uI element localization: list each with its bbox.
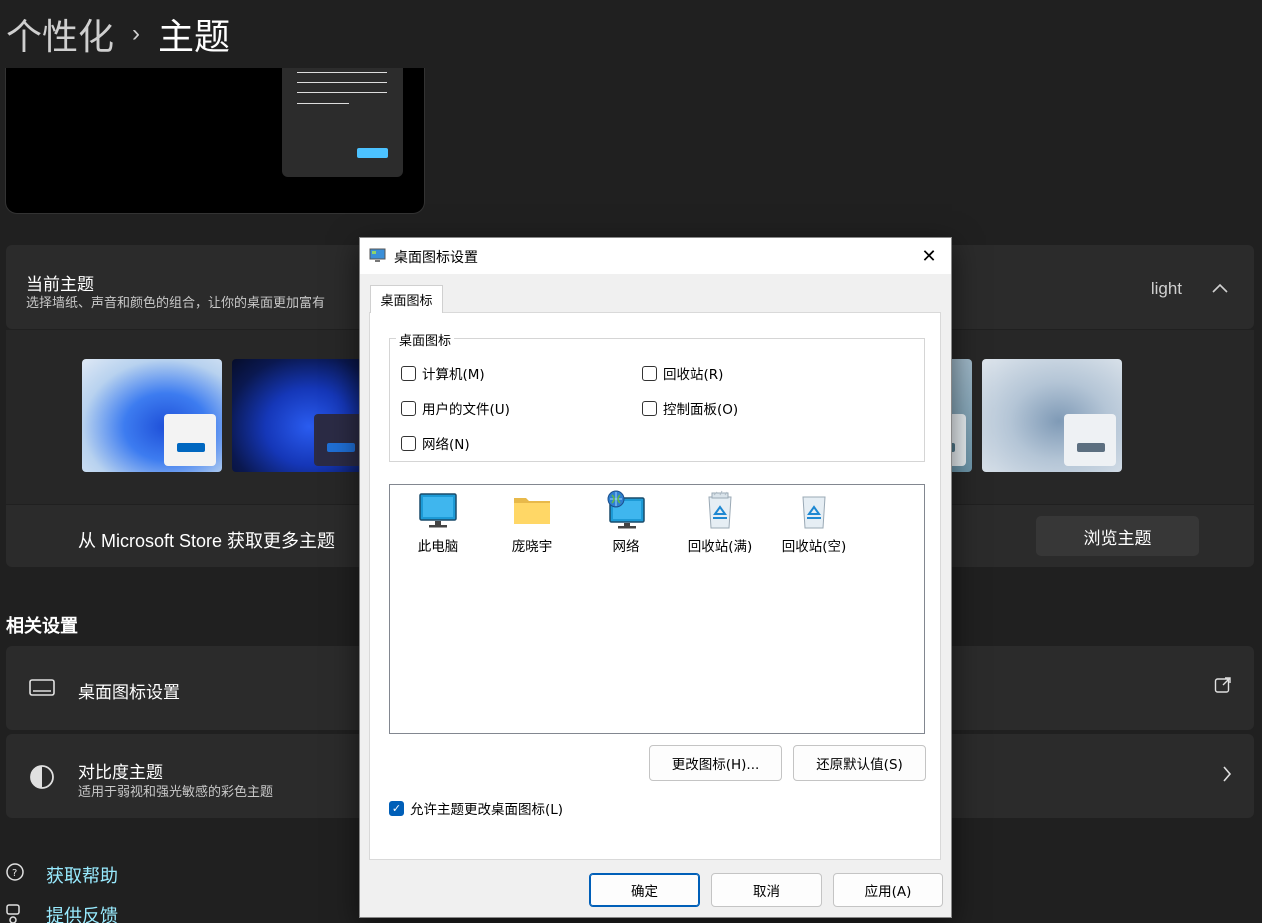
ok-button[interactable]: 确定 (589, 873, 700, 907)
open-external-icon (1214, 676, 1232, 699)
get-help-link[interactable]: 获取帮助 (46, 862, 118, 888)
list-item-user-folder[interactable]: 庞晓宇 (487, 490, 577, 555)
tab-desktop-icons[interactable]: 桌面图标 (370, 285, 443, 313)
network-icon (606, 490, 646, 530)
desktop-icon-list[interactable]: 此电脑 庞晓宇 网络 回收站(满) 回收站(空) (389, 484, 925, 734)
checkbox-label: 回收站(R) (663, 367, 724, 383)
recycle-bin-empty-icon (794, 490, 834, 530)
breadcrumb-separator: › (132, 20, 141, 47)
desktop-icons-group: 桌面图标 计算机(M) 回收站(R) 用户的文件(U) 控制面板(O) 网络(N… (389, 330, 925, 462)
current-theme-subtitle: 选择墙纸、声音和颜色的组合，让你的桌面更加富有 (26, 295, 326, 310)
chevron-right-icon (1222, 766, 1232, 787)
icon-label: 回收站(满) (687, 539, 753, 555)
folder-icon (512, 490, 552, 530)
icon-label: 此电脑 (417, 539, 459, 555)
desktop-settings-icon (369, 247, 386, 264)
theme-tile-glow[interactable] (982, 359, 1122, 472)
dialog-titlebar[interactable]: 桌面图标设置 ✕ (360, 238, 951, 274)
checkbox-computer[interactable]: 计算机(M) (401, 363, 485, 383)
page-title: 个性化 › 主题 (6, 8, 230, 60)
recycle-bin-full-icon (700, 490, 740, 530)
apply-button[interactable]: 应用(A) (833, 873, 943, 907)
checkbox-box[interactable] (401, 435, 416, 451)
breadcrumb-current: 主题 (158, 16, 231, 57)
contrast-themes-subtitle: 适用于弱视和强光敏感的彩色主题 (78, 784, 274, 799)
give-feedback-link[interactable]: 提供反馈 (46, 902, 118, 923)
group-legend: 桌面图标 (396, 330, 455, 349)
svg-text:?: ? (12, 868, 17, 879)
checkbox-label: 控制面板(O) (663, 402, 739, 418)
change-icon-button[interactable]: 更改图标(H)... (649, 745, 782, 781)
list-item-recycle-bin-full[interactable]: 回收站(满) (675, 490, 765, 555)
list-item-network[interactable]: 网络 (581, 490, 671, 555)
related-settings-title: 相关设置 (6, 616, 78, 636)
contrast-themes-label: 对比度主题 (78, 763, 163, 782)
list-item-this-pc[interactable]: 此电脑 (393, 490, 483, 555)
icon-label: 网络 (612, 539, 640, 555)
checkmark-icon[interactable]: ✓ (389, 800, 404, 816)
feedback-icon (5, 903, 27, 923)
desktop-monitor-icon (28, 674, 56, 702)
icon-label: 回收站(空) (781, 539, 847, 555)
chevron-up-icon[interactable] (1212, 277, 1228, 298)
current-theme-value: light (1150, 279, 1182, 298)
list-item-recycle-bin-empty[interactable]: 回收站(空) (769, 490, 859, 555)
browse-themes-button[interactable]: 浏览主题 (1036, 516, 1199, 556)
close-icon[interactable]: ✕ (919, 246, 939, 267)
desktop-icon-settings-dialog: 桌面图标设置 ✕ 桌面图标 桌面图标 计算机(M) 回收站(R) 用户的文件(U… (359, 237, 952, 918)
checkbox-label: 用户的文件(U) (422, 402, 510, 418)
checkbox-user-files[interactable]: 用户的文件(U) (401, 398, 510, 418)
checkbox-network[interactable]: 网络(N) (401, 433, 470, 453)
theme-preview-window (282, 68, 403, 177)
checkbox-label: 允许主题更改桌面图标(L) (410, 802, 564, 818)
store-row-text: 从 Microsoft Store 获取更多主题 (78, 531, 336, 551)
breadcrumb-parent[interactable]: 个性化 (6, 8, 114, 60)
help-icon: ? (5, 862, 27, 884)
desktop-icon-settings-label: 桌面图标设置 (78, 683, 180, 702)
checkbox-box[interactable] (401, 400, 416, 416)
allow-themes-change-icons-checkbox[interactable]: ✓ 允许主题更改桌面图标(L) (389, 798, 563, 818)
contrast-icon (28, 763, 56, 791)
checkbox-control-panel[interactable]: 控制面板(O) (642, 398, 738, 418)
checkbox-box[interactable] (642, 365, 657, 381)
checkbox-box[interactable] (401, 365, 416, 381)
checkbox-label: 计算机(M) (422, 367, 485, 383)
checkbox-box[interactable] (642, 400, 657, 416)
cancel-button[interactable]: 取消 (711, 873, 822, 907)
theme-tile-windows-dark[interactable] (232, 359, 372, 472)
theme-tile-windows-light[interactable] (82, 359, 222, 472)
restore-default-button[interactable]: 还原默认值(S) (793, 745, 926, 781)
icon-label: 庞晓宇 (511, 539, 553, 555)
dialog-title: 桌面图标设置 (394, 250, 478, 266)
checkbox-label: 网络(N) (422, 437, 470, 453)
monitor-icon (418, 490, 458, 530)
tab-panel: 桌面图标 计算机(M) 回收站(R) 用户的文件(U) 控制面板(O) 网络(N… (369, 312, 941, 860)
checkbox-recycle-bin[interactable]: 回收站(R) (642, 363, 723, 383)
